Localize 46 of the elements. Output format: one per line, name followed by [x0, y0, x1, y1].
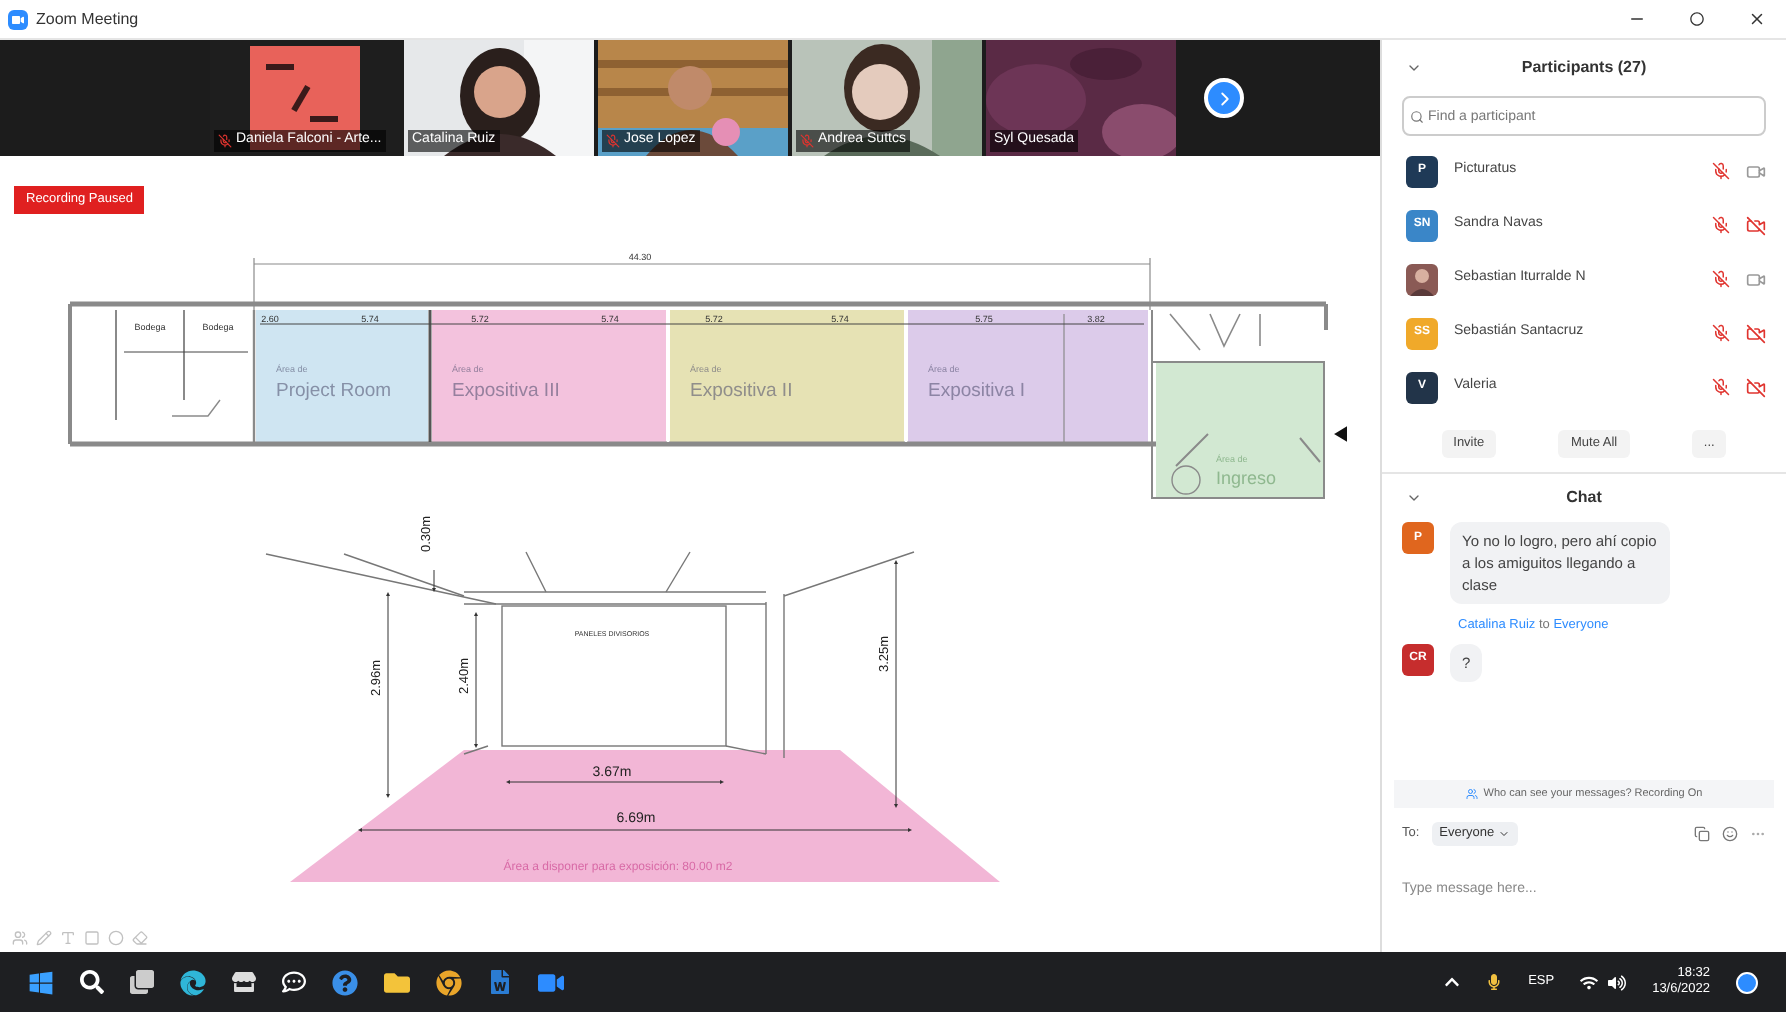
close-icon[interactable]	[1748, 10, 1766, 28]
next-page-button[interactable]	[1204, 78, 1244, 118]
room-name: Expositiva III	[452, 380, 560, 402]
browser-icon[interactable]	[436, 969, 462, 995]
restore-icon[interactable]	[1690, 12, 1704, 26]
zoom-app-icon	[8, 9, 28, 29]
chevron-up-icon[interactable]	[1444, 974, 1461, 990]
room-name: Project Room	[276, 380, 392, 402]
browser-icon[interactable]	[180, 969, 206, 995]
muted-mic-icon[interactable]	[1712, 216, 1730, 234]
search-icon[interactable]	[80, 970, 104, 994]
wifi-icon[interactable]	[1580, 973, 1599, 991]
muted-mic-icon[interactable]	[1712, 324, 1730, 342]
dimension-line	[474, 612, 478, 748]
room-name: Ingreso	[1216, 468, 1277, 488]
people-icon	[1465, 788, 1478, 800]
chat-app-icon[interactable]	[282, 970, 306, 994]
muted-mic-icon[interactable]	[1712, 378, 1730, 396]
caret-icon	[1498, 828, 1511, 840]
mic-icon[interactable]	[1486, 974, 1503, 990]
file-icon[interactable]	[1694, 826, 1710, 842]
search-icon	[1410, 110, 1424, 124]
video-camera-icon[interactable]	[1746, 161, 1766, 181]
emoji-icon[interactable]	[1722, 826, 1738, 842]
volume-icon[interactable]	[1608, 973, 1627, 991]
collapse-icon[interactable]	[1406, 60, 1422, 76]
room-name: Expositiva I	[928, 380, 1026, 402]
start-icon[interactable]	[28, 969, 54, 995]
muted-mic-icon[interactable]	[1712, 270, 1730, 288]
collapse-icon[interactable]	[1406, 490, 1422, 506]
video-off-icon[interactable]	[1746, 377, 1766, 397]
dimension-line	[432, 569, 436, 592]
window-title: Zoom Meeting	[36, 7, 139, 31]
room-name: Expositiva II	[690, 380, 793, 402]
panel-title: Chat	[1564, 486, 1604, 510]
video-camera-icon[interactable]	[1746, 269, 1766, 289]
panel-title: Participants (27)	[1519, 56, 1649, 80]
folder-icon[interactable]	[384, 969, 410, 995]
document-app-icon[interactable]	[488, 970, 512, 994]
video-app-icon[interactable]	[538, 969, 564, 995]
help-icon[interactable]	[332, 969, 358, 995]
store-icon[interactable]	[232, 970, 256, 994]
video-off-icon[interactable]	[1746, 215, 1766, 235]
video-off-icon[interactable]	[1746, 323, 1766, 343]
muted-mic-icon[interactable]	[1712, 162, 1730, 180]
task-view-icon[interactable]	[130, 970, 154, 994]
